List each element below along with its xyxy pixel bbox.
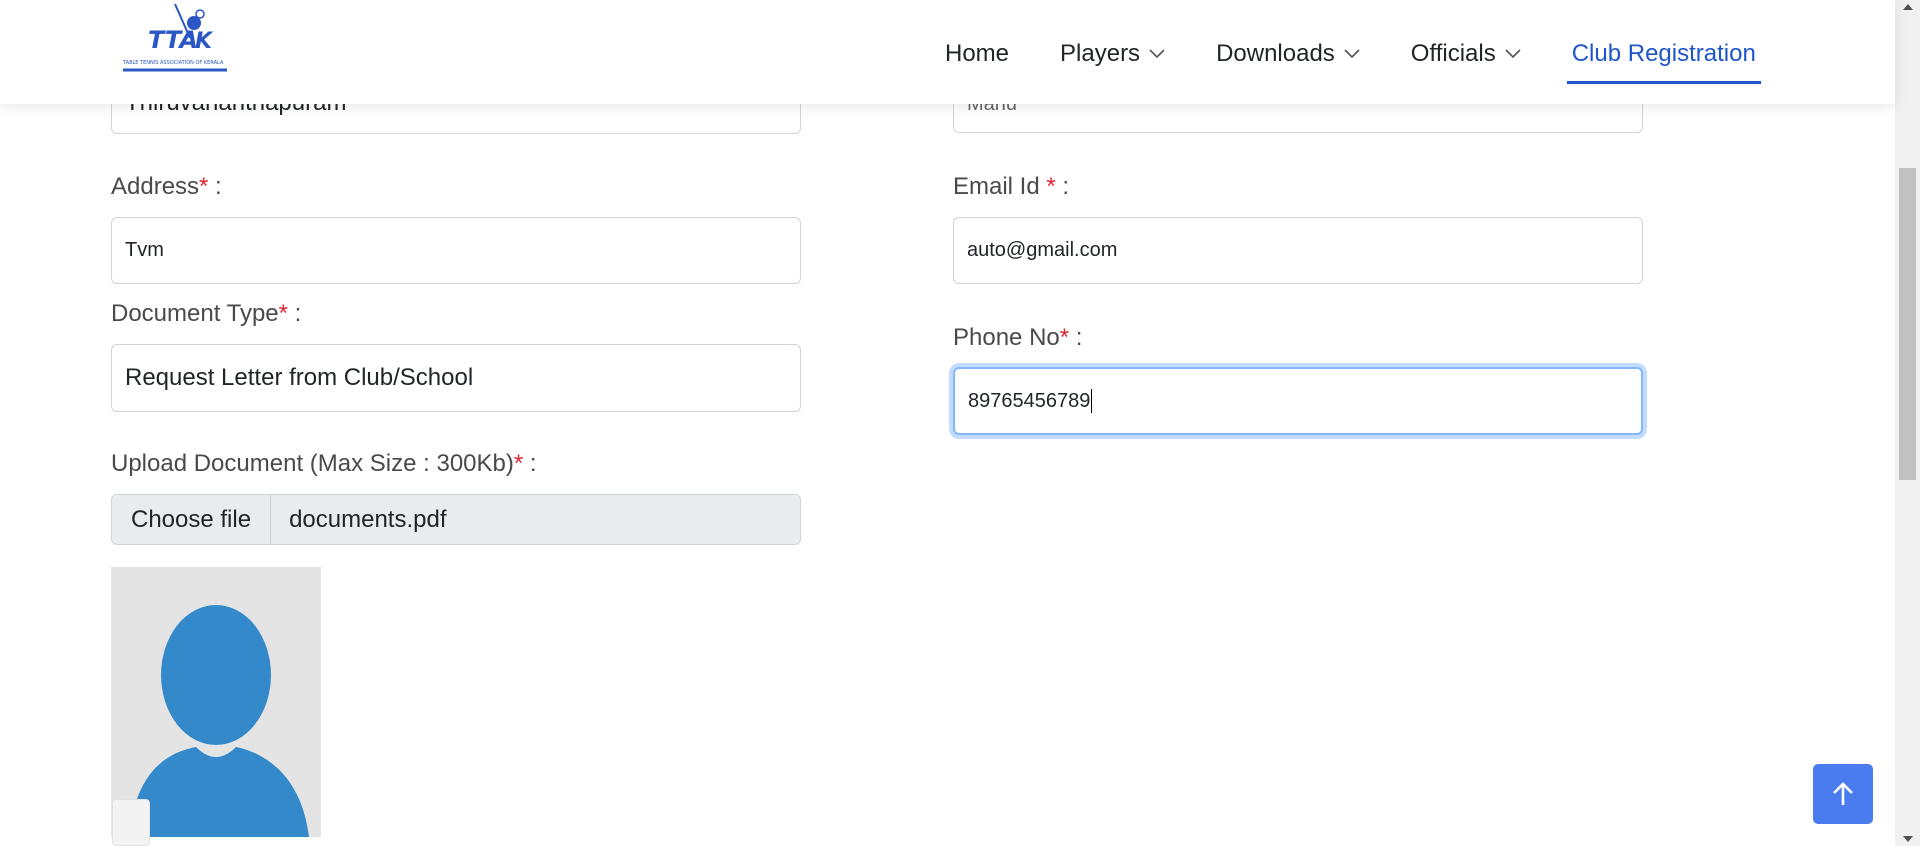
upload-label: Upload Document (Max Size : 300Kb)* :: [111, 450, 537, 477]
page-scrollbar[interactable]: [1895, 0, 1920, 846]
chevron-down-icon: [1149, 49, 1165, 59]
selected-file-name: documents.pdf: [289, 505, 447, 533]
main-nav: Home Players Downloads Officials Club Re…: [945, 34, 1761, 84]
chevron-down-icon: [1344, 49, 1360, 59]
scroll-down-icon[interactable]: [1903, 836, 1913, 842]
text-cursor: [1091, 389, 1093, 413]
scrollbar-thumb[interactable]: [1899, 168, 1916, 480]
nav-players[interactable]: Players: [1060, 34, 1165, 74]
document-type-select[interactable]: Request Letter from Club/School: [111, 344, 801, 412]
address-input[interactable]: Tvm: [111, 217, 801, 284]
ttak-logo[interactable]: TTA K TABLE TENNIS ASSOCIATION OF KERALA: [120, 0, 230, 76]
svg-text:TTA: TTA: [148, 26, 198, 54]
svg-text:K: K: [195, 29, 214, 54]
nav-club-registration[interactable]: Club Registration: [1566, 34, 1761, 84]
nav-downloads[interactable]: Downloads: [1216, 34, 1360, 74]
email-input[interactable]: auto@gmail.com: [953, 217, 1643, 284]
phone-label: Phone No* :: [953, 324, 1083, 351]
chevron-down-icon: [1505, 49, 1521, 59]
address-label: Address* :: [111, 173, 222, 200]
scroll-to-top-button[interactable]: [1813, 764, 1873, 824]
nav-home[interactable]: Home: [945, 34, 1009, 74]
user-placeholder-icon: [111, 567, 321, 837]
nav-officials[interactable]: Officials: [1411, 34, 1521, 74]
phone-input[interactable]: 89765456789: [953, 367, 1643, 435]
logo-subtitle: TABLE TENNIS ASSOCIATION OF KERALA: [122, 60, 224, 66]
document-type-label: Document Type* :: [111, 300, 302, 327]
arrow-up-icon: [1833, 782, 1853, 805]
email-label: Email Id * :: [953, 173, 1070, 200]
upload-document-input[interactable]: Choose file documents.pdf: [111, 494, 801, 545]
image-upload-handle[interactable]: [112, 799, 150, 846]
scroll-up-icon[interactable]: [1903, 4, 1913, 10]
choose-file-button[interactable]: Choose file: [112, 495, 272, 544]
site-header: TTA K TABLE TENNIS ASSOCIATION OF KERALA…: [0, 0, 1895, 104]
